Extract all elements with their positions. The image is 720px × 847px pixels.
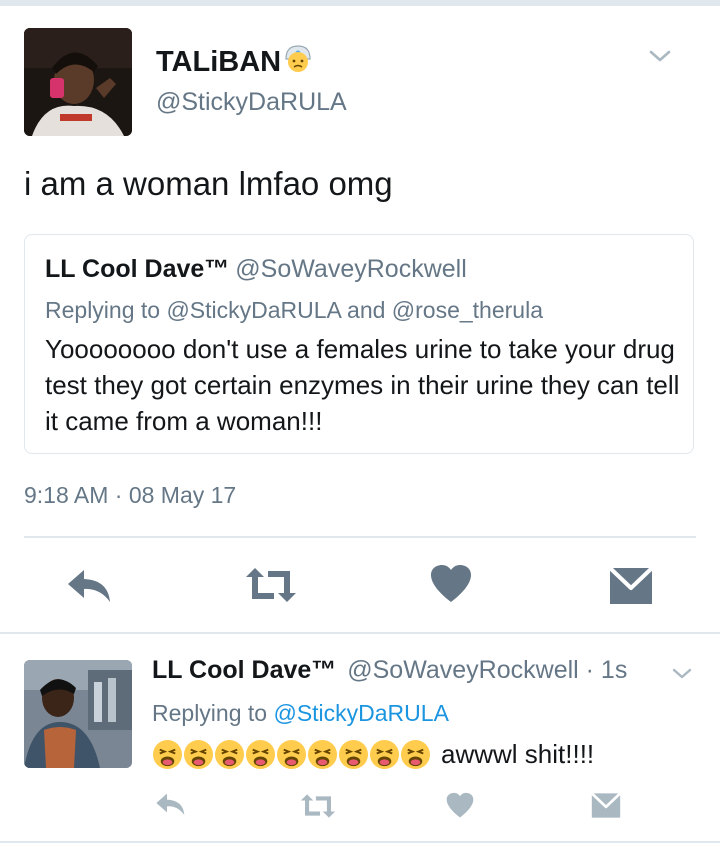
user-handle[interactable]: @StickyDaRULA (156, 88, 347, 117)
tweet-timestamp[interactable]: 9:18 AM · 08 May 17 (24, 482, 236, 509)
tired-face-emoji (307, 739, 338, 769)
tired-face-emoji (245, 739, 276, 769)
retweet-icon[interactable] (244, 566, 298, 604)
tired-face-emoji (214, 739, 245, 769)
direct-message-icon[interactable] (590, 792, 622, 819)
top-divider (0, 0, 720, 6)
section-divider (0, 632, 720, 634)
display-name-text: TALiBAN (156, 46, 282, 78)
replying-label: Replying to (152, 700, 268, 726)
tired-face-emoji (369, 739, 400, 769)
chevron-down-icon[interactable] (646, 44, 674, 68)
reply-author[interactable]: LL Cool Dave™ @SoWaveyRockwell · 1s (152, 656, 627, 685)
quoted-replying-to: Replying to @StickyDaRULA and @rose_ther… (45, 297, 543, 323)
reply-handle: @SoWaveyRockwell · 1s (347, 656, 628, 684)
replying-mention[interactable]: @StickyDaRULA (273, 700, 448, 726)
direct-message-icon[interactable] (608, 566, 654, 606)
chevron-down-icon[interactable] (670, 664, 694, 684)
reply-user-avatar[interactable] (24, 660, 132, 768)
reply-tweet-text: awwwl shit!!!! (441, 738, 595, 769)
quoted-handle: @SoWaveyRockwell (235, 255, 467, 283)
like-icon[interactable] (430, 564, 472, 604)
reply-icon[interactable] (66, 568, 114, 606)
quoted-tweet[interactable]: LL Cool Dave™ @SoWaveyRockwell Replying t… (24, 234, 694, 454)
tired-face-emoji (338, 739, 369, 769)
reply-replying-to: Replying to @StickyDaRULA (152, 700, 449, 727)
user-avatar[interactable] (24, 28, 132, 136)
quoted-author: LL Cool Dave™ @SoWaveyRockwell (45, 255, 467, 284)
tired-face-emoji (152, 739, 183, 769)
reply-text-row: awwwl shit!!!! (152, 737, 594, 771)
tired-face-emoji (276, 739, 307, 769)
reply-icon[interactable] (155, 792, 187, 818)
retweet-icon[interactable] (299, 793, 337, 819)
quoted-tweet-text: Yoooooooo don't use a females urine to t… (45, 334, 680, 436)
like-icon[interactable] (446, 792, 474, 819)
quoted-display-name: LL Cool Dave™ (45, 255, 230, 283)
display-name[interactable]: TALiBAN (156, 44, 313, 79)
tired-face-emoji (183, 739, 214, 769)
worried-face-turban-emoji (285, 45, 311, 72)
reply-display-name: LL Cool Dave™ (152, 656, 337, 684)
avatar-photo (24, 660, 132, 768)
avatar-photo (24, 28, 132, 136)
tweet-text: i am a woman lmfao omg (24, 165, 393, 202)
divider (24, 536, 696, 538)
bottom-divider (0, 841, 720, 843)
tired-face-emoji (400, 739, 431, 769)
